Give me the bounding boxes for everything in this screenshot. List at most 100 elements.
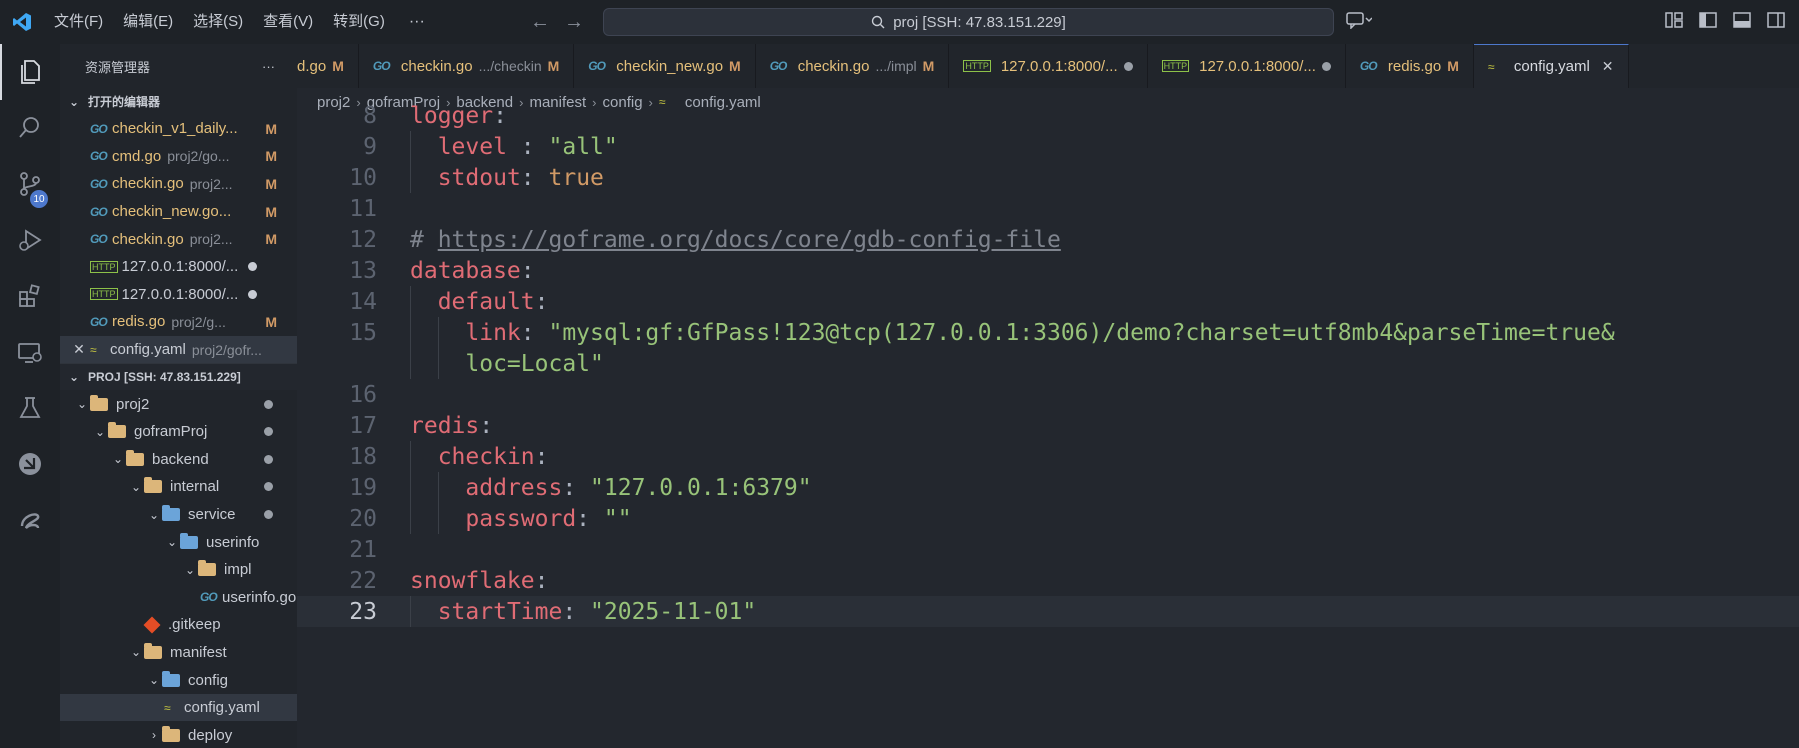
tree-item[interactable]: ⌄ service — [60, 501, 297, 529]
search-icon[interactable] — [0, 100, 60, 156]
toggle-secondary-sidebar-icon[interactable] — [1767, 11, 1785, 33]
tree-item[interactable]: ⌄ manifest — [60, 639, 297, 667]
go-file-icon: GO — [200, 590, 218, 605]
source-control-icon[interactable]: 10 — [0, 156, 60, 212]
file-tree: ⌄ proj2 ⌄ goframProj ⌄ backend ⌄ internal ⌄ servi… — [60, 390, 297, 748]
chevron-down-icon: ⌄ — [130, 645, 142, 660]
file-name: checkin_v1_daily... — [112, 120, 238, 138]
copilot-chat-icon[interactable] — [1346, 11, 1373, 34]
open-editors-list: GO checkin_v1_daily... M GO cmd.go proj2/go..… — [60, 115, 297, 364]
tree-item[interactable]: ≈ config.yaml — [60, 693, 297, 722]
code-line: 8 logger: — [297, 100, 1799, 131]
tab-path: .../checkin — [478, 58, 542, 74]
open-editor-item[interactable]: ✕ ≈ config.yaml proj2/gofr... — [60, 335, 297, 364]
code-line: 14 default: — [297, 286, 1799, 317]
line-number: 18 — [349, 443, 377, 470]
customize-layout-icon[interactable] — [1665, 11, 1683, 33]
line-number: 16 — [349, 381, 377, 408]
line-number: 10 — [349, 164, 377, 191]
tree-item[interactable]: › deploy — [60, 721, 297, 748]
chevron-down-icon: ⌄ — [184, 562, 196, 577]
file-path: proj2/g... — [171, 313, 226, 330]
open-editors-section-header[interactable]: ⌄ 打开的编辑器 — [60, 88, 297, 115]
editor-tab[interactable]: HTTP 127.0.0.1:8000/... — [1148, 44, 1346, 88]
navigation-controls: ← → — [530, 0, 584, 44]
tree-item[interactable]: ⌄ goframProj — [60, 418, 297, 446]
open-editor-item[interactable]: GO checkin.go proj2... M — [60, 170, 297, 198]
line-number: 14 — [349, 288, 377, 315]
tree-item[interactable]: GO userinfo.go — [60, 584, 297, 612]
file-path: proj2... — [189, 231, 233, 248]
editor-tab[interactable]: ≈ config.yaml ✕ — [1473, 44, 1629, 88]
go-file-icon: GO — [90, 121, 108, 136]
folder-icon — [126, 449, 144, 466]
editor-tab[interactable]: GO checkin.go .../checkin M — [359, 44, 575, 88]
open-editor-item[interactable]: GO cmd.go proj2/go... M — [60, 143, 297, 171]
forward-arrow-icon[interactable]: → — [564, 11, 584, 34]
modified-badge: M — [265, 203, 277, 220]
vscode-logo-icon — [0, 0, 44, 44]
testing-icon[interactable] — [0, 380, 60, 436]
code-line: 23 startTime: "2025-11-01" — [297, 596, 1799, 627]
open-editor-item[interactable]: GO checkin_new.go... M — [60, 198, 297, 226]
code-token: redis — [410, 412, 480, 439]
menu-item[interactable]: 选择(S) — [183, 0, 253, 44]
editor-tab[interactable]: GO checkin.go .../impl M — [756, 44, 950, 88]
toggle-primary-sidebar-icon[interactable] — [1699, 11, 1717, 33]
tree-item[interactable]: .gitkeep — [60, 611, 297, 639]
explorer-title: 资源管理器 — [85, 59, 151, 75]
open-editor-item[interactable]: HTTP 127.0.0.1:8000/... — [60, 281, 297, 309]
open-editor-item[interactable]: GO checkin.go proj2... M — [60, 225, 297, 253]
project-section-header[interactable]: ⌄ PROJ [SSH: 47.83.151.229] — [60, 363, 297, 391]
editor-tab[interactable]: d.go M — [297, 44, 359, 88]
tree-item[interactable]: ⌄ proj2 — [60, 390, 297, 418]
back-arrow-icon[interactable]: ← — [530, 11, 550, 34]
modified-badge: M — [265, 175, 277, 192]
editor-tab[interactable]: GO checkin_new.go M — [574, 44, 756, 88]
menu-item[interactable]: 转到(G) — [323, 0, 395, 44]
indent-guide — [410, 441, 411, 534]
menu-item[interactable]: 文件(F) — [44, 0, 113, 44]
extensions-icon[interactable] — [0, 268, 60, 324]
menu-item[interactable]: 编辑(E) — [113, 0, 183, 44]
command-center-search[interactable]: proj [SSH: 47.83.151.229] — [603, 8, 1334, 36]
run-debug-icon[interactable] — [0, 212, 60, 268]
tree-item[interactable]: ⌄ userinfo — [60, 528, 297, 556]
file-name: checkin.go — [112, 175, 184, 193]
remote-explorer-icon[interactable] — [0, 324, 60, 380]
menu-more-icon[interactable]: ··· — [395, 13, 439, 31]
code-token: snowflake — [410, 567, 535, 594]
code-token: database — [410, 257, 521, 284]
open-editor-item[interactable]: GO redis.go proj2/g... M — [60, 308, 297, 336]
code-text: default: — [410, 289, 549, 315]
unsaved-dot-icon — [248, 289, 257, 299]
open-editor-item[interactable]: GO checkin_v1_daily... M — [60, 115, 297, 143]
tree-item[interactable]: ⌄ backend — [60, 446, 297, 474]
explorer-more-actions-icon[interactable]: ··· — [262, 59, 275, 74]
file-name: checkin_new.go... — [112, 203, 232, 221]
tree-item[interactable]: ⌄ internal — [60, 473, 297, 501]
code-line: 18 checkin: — [297, 441, 1799, 472]
tree-item[interactable]: ⌄ config — [60, 666, 297, 694]
menu-item[interactable]: 查看(V) — [253, 0, 323, 44]
toggle-panel-icon[interactable] — [1733, 11, 1751, 33]
http-file-icon: HTTP — [90, 288, 118, 301]
code-editor[interactable]: 8 logger: 9 level : "all" 10 stdout: true 11… — [297, 103, 1799, 748]
copilot-icon[interactable] — [0, 492, 60, 548]
code-line: 9 level : "all" — [297, 131, 1799, 162]
close-icon[interactable]: ✕ — [68, 341, 90, 358]
tab-label: checkin.go — [797, 57, 870, 75]
explorer-icon[interactable] — [0, 44, 60, 100]
editor-tab[interactable]: GO redis.go M — [1346, 44, 1474, 88]
close-tab-icon[interactable]: ✕ — [1602, 58, 1614, 75]
code-text: link: "mysql:gf:GfPass!123@tcp(127.0.0.1… — [410, 320, 1614, 346]
gitlens-icon[interactable] — [0, 436, 60, 492]
tree-item[interactable]: ⌄ impl — [60, 556, 297, 584]
modified-badge: M — [547, 58, 560, 74]
folder-icon — [180, 532, 198, 549]
open-editor-item[interactable]: HTTP 127.0.0.1:8000/... — [60, 253, 297, 281]
editor-tab[interactable]: HTTP 127.0.0.1:8000/... — [949, 44, 1148, 88]
